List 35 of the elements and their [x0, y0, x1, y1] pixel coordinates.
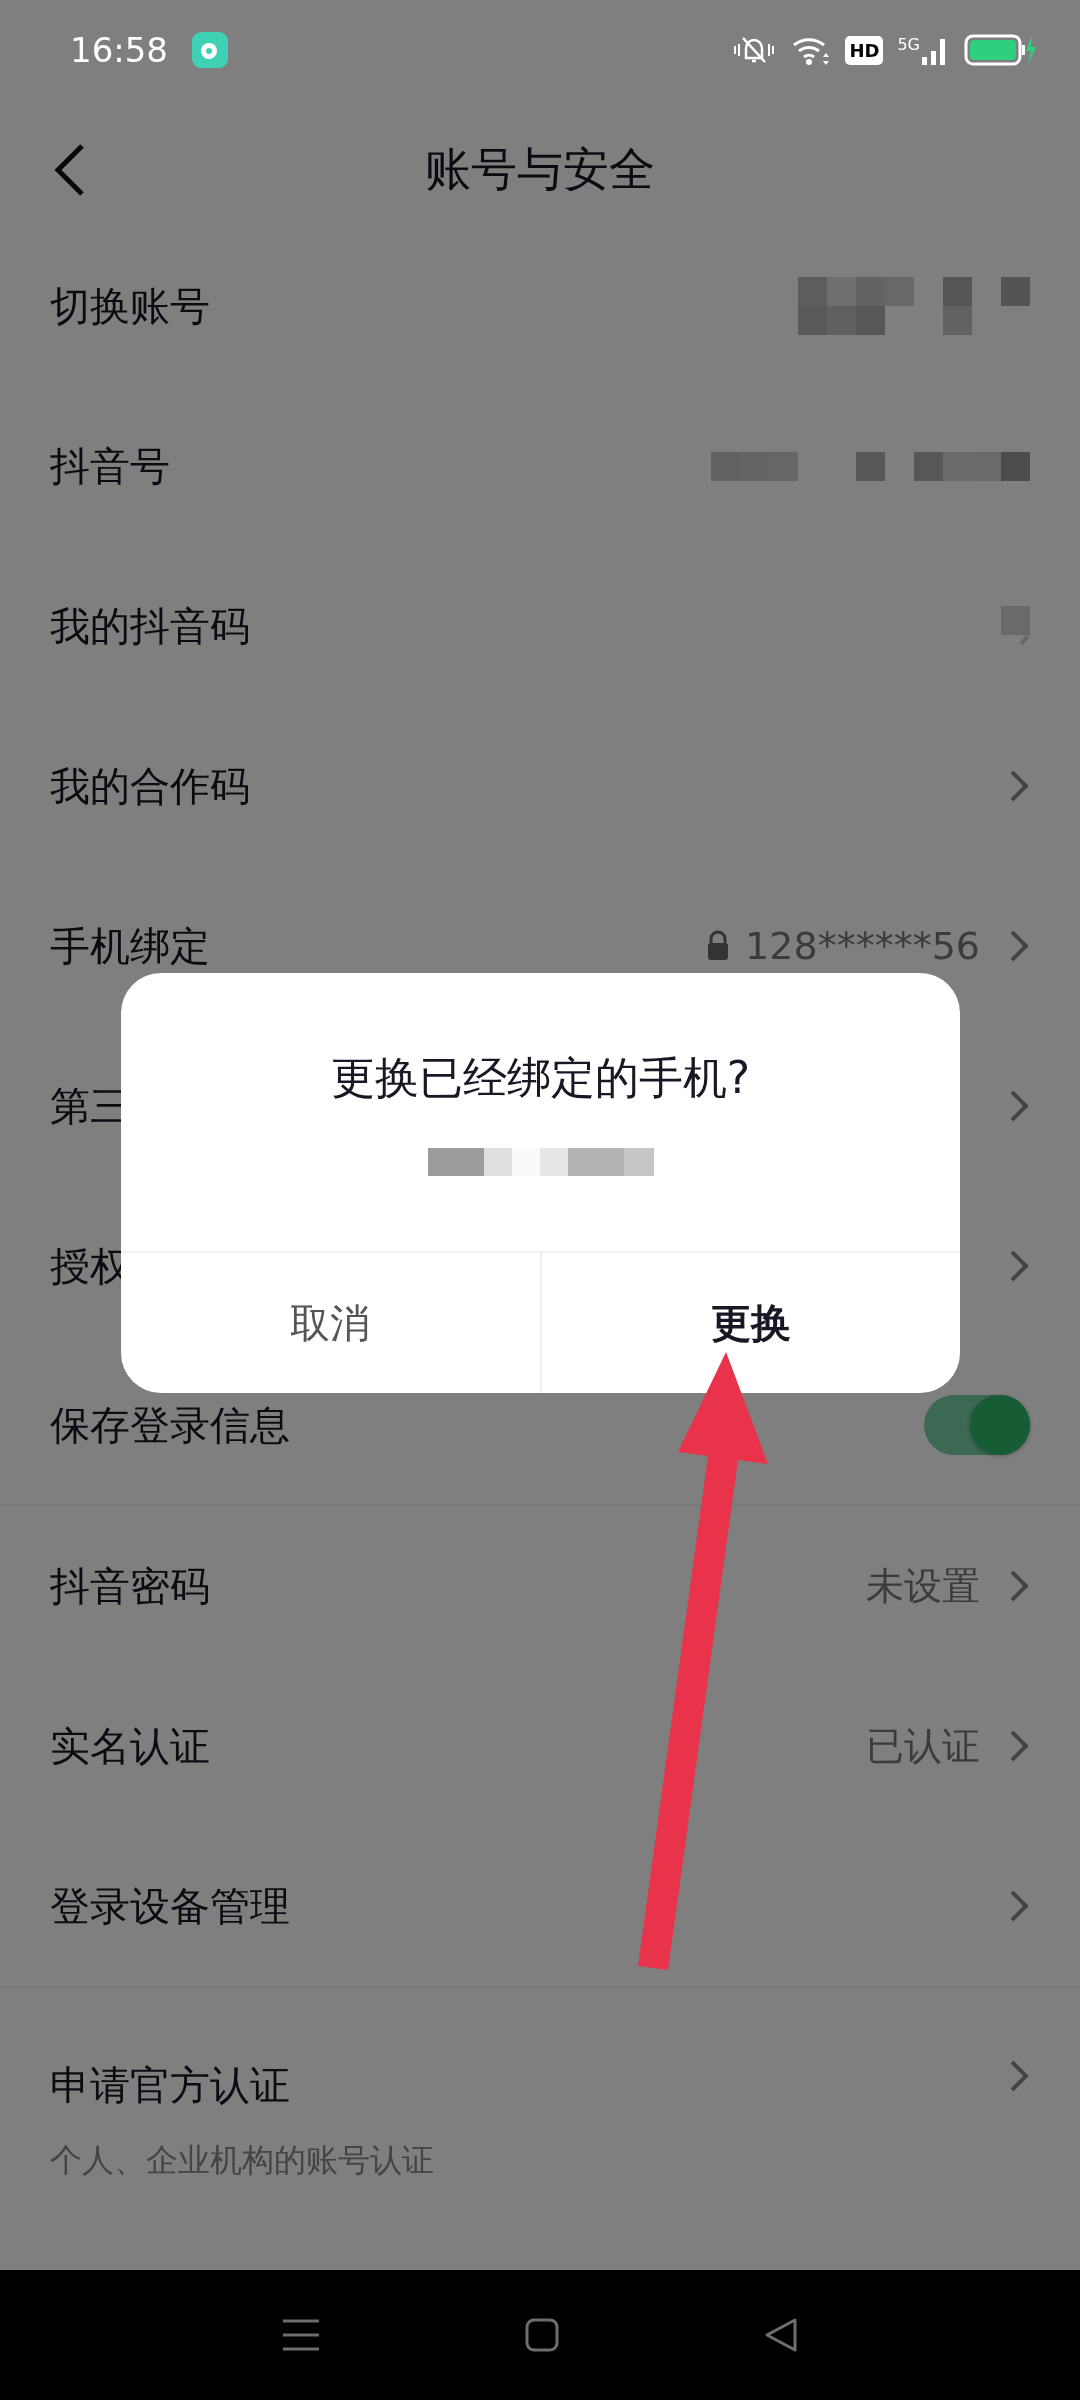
- row-subtitle: 个人、企业机构的账号认证: [50, 2140, 434, 2181]
- chevron-icon[interactable]: [1008, 1088, 1030, 1124]
- row-label: 手机绑定: [50, 921, 210, 971]
- back-icon[interactable]: [52, 142, 86, 198]
- chevron-icon[interactable]: [1008, 928, 1030, 964]
- page-title: 账号与安全: [425, 141, 655, 198]
- chevron-icon[interactable]: [1008, 1568, 1030, 1604]
- row-label: 抖音密码: [50, 1561, 210, 1611]
- row-label: 登录设备管理: [50, 1881, 290, 1931]
- chevron-icon[interactable]: [1008, 1888, 1030, 1924]
- row-label: 我的抖音码: [50, 601, 250, 651]
- chevron-icon[interactable]: [1008, 1728, 1030, 1764]
- chevron-icon[interactable]: [1008, 1248, 1030, 1284]
- row-label: 我的合作码: [50, 761, 250, 811]
- row-label: 实名认证: [50, 1721, 210, 1771]
- battery-icon: [964, 33, 1036, 67]
- network-label: 5G: [897, 35, 920, 54]
- hd-badge: HD: [845, 35, 884, 65]
- app-notification-icon: [192, 32, 228, 68]
- menu-icon[interactable]: [281, 2317, 322, 2353]
- toggle-switch[interactable]: [924, 1395, 1030, 1455]
- row-label: 保存登录信息: [50, 1400, 290, 1450]
- back-icon[interactable]: [762, 2317, 799, 2353]
- row-value: 未设置: [866, 1562, 980, 1610]
- row-label: 切换账号: [50, 281, 210, 331]
- row-label: 抖音号: [50, 441, 170, 491]
- dialog-button[interactable]: 取消: [121, 1253, 540, 1393]
- row-value: 已认证: [866, 1722, 980, 1770]
- status-time: 16:58: [70, 30, 168, 70]
- row-label: 申请官方认证: [50, 2061, 291, 2110]
- home-icon[interactable]: [524, 2317, 560, 2353]
- row-value: 128******56: [745, 924, 980, 968]
- chevron-icon[interactable]: [1008, 768, 1030, 804]
- chevron-icon[interactable]: [1008, 2058, 1030, 2094]
- dialog-title: 更换已经绑定的手机?: [330, 1051, 751, 1105]
